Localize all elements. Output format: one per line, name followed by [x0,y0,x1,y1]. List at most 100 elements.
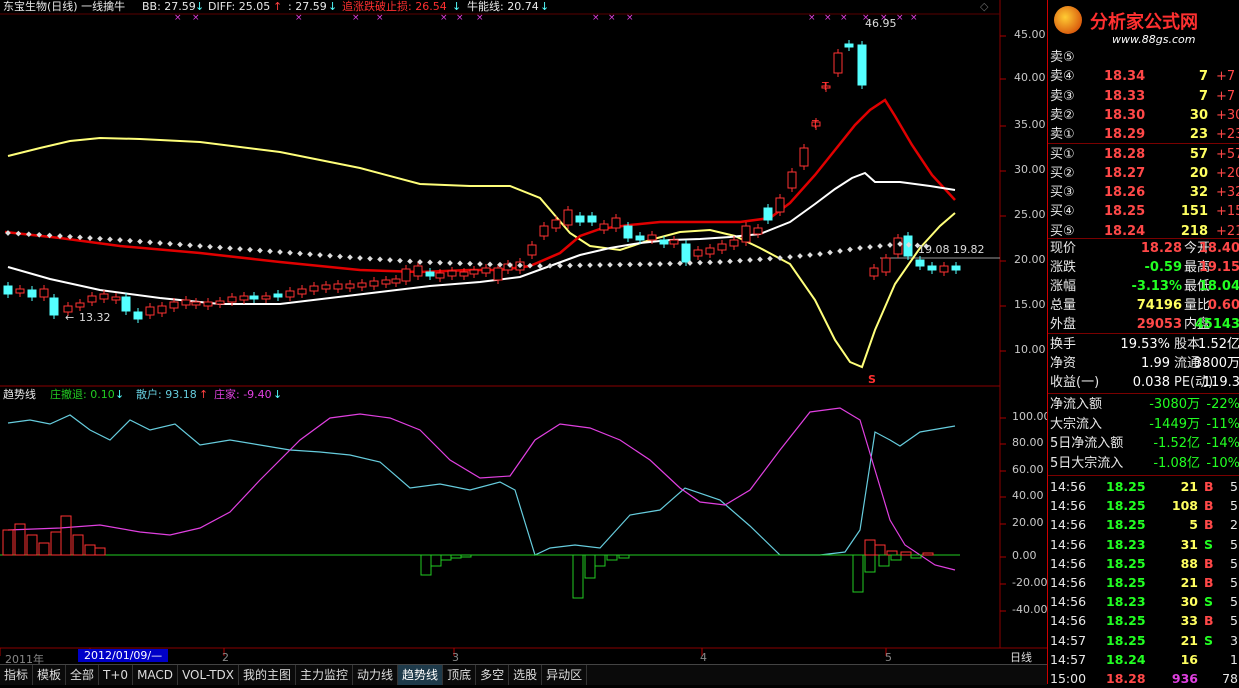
indicator-axis-label: 100.00 [1012,410,1051,423]
candle [297,288,307,295]
indicator-bar [50,531,62,556]
indicator-bar [874,544,886,556]
order-price: 18.29 [1104,127,1146,143]
quote-row: 涨幅 -3.13% 最低 18.04 [1048,277,1239,296]
cursor-date: 2012/01/09/— [78,649,169,662]
candle [3,285,13,295]
support-dot [127,237,133,244]
indicator-bar [14,523,26,556]
candle [227,296,237,303]
tab-6[interactable]: 我的主图 [239,665,297,685]
support-dot [97,235,103,242]
quote-row: 总量 74196 量比 0.60 [1048,296,1239,315]
tab-11[interactable]: 多空 [476,665,510,685]
candle [717,243,727,251]
indicator-axis-label: -20.00 [1012,576,1048,589]
candle [157,305,167,314]
period-label[interactable]: 日线 [1010,649,1032,665]
fund-value: 0.038 [1132,375,1170,390]
tab-13[interactable]: 异动区 [542,665,588,685]
candle [27,289,37,298]
support-dot [717,259,723,265]
current-price-label: 19.08 19.82 [918,243,985,256]
low-arrow-icon: ← [65,311,75,324]
support-dot [87,235,93,241]
order-label: 卖④ [1050,69,1075,85]
diff-up-arrow-icon: ↑ [273,0,283,13]
candle [459,271,469,277]
support-dot [337,253,343,260]
support-dot [857,245,863,251]
zhuang-exit-arrow-icon: ↓ [115,388,125,401]
indicator-axis-label: 20.00 [1012,516,1044,529]
support-dot [727,258,733,265]
candle [705,247,715,255]
t-mark: T [821,80,829,93]
tab-2[interactable]: 全部 [66,665,100,685]
indicator-bar [572,554,584,599]
indicator-bar [440,554,452,561]
quote-value2: 19.15 [1198,260,1239,275]
bb-arrow-icon: ↓ [195,0,205,13]
tick-count: 1 [1230,651,1238,667]
support-dot [467,260,473,267]
indicator-bar [852,554,864,593]
tab-0[interactable]: 指标 [0,665,34,685]
flow-key: 5日净流入额 [1050,436,1124,451]
tick-row: 15:00 18.28 936 78 [1048,669,1239,688]
signal-x-mark: × [896,13,904,23]
support-dot [307,251,313,258]
chart-area[interactable]: × × × × × × × × × × × × × × × × × × T T 东宝生物(日线) 一线擒牛 BB: 2… [0,0,1074,666]
candle [469,269,479,275]
tick-count: 5 [1230,613,1238,629]
tick-direction: B [1204,517,1214,533]
candle [121,296,131,312]
price-chart[interactable]: × × × × × × × × × × × × × × × × × ×TT [0,0,1047,664]
order-label: 卖⑤ [1050,50,1075,65]
candle [623,225,633,239]
logo-name: 分析家公式网 [1090,12,1198,33]
candle [833,52,843,74]
fund-value: 1.99 [1141,356,1170,371]
tab-8[interactable]: 动力线 [353,665,399,685]
tick-price: 18.25 [1106,613,1146,629]
candle [273,293,283,298]
tab-5[interactable]: VOL-TDX [178,665,239,685]
signal-x-mark: × [376,13,384,23]
tick-volume: 108 [1171,498,1198,514]
flow-percent: -22% [1206,397,1239,412]
tick-price: 18.28 [1106,671,1146,686]
order-book-row: 买② 18.27 20 +20 [1048,164,1239,183]
tick-direction: S [1204,536,1214,552]
tick-volume: 16 [1180,651,1198,667]
order-label: 卖② [1050,107,1075,123]
order-price: 18.33 [1104,88,1146,104]
support-dot [697,259,703,266]
tick-time: 14:56 [1050,555,1087,571]
separator [1048,393,1239,394]
tab-10[interactable]: 顶底 [443,665,477,685]
low-price-label: 13.32 [79,311,111,324]
order-volume: 7 [1198,88,1208,104]
support-dot [797,253,803,259]
support-dot [197,243,203,249]
candle [681,243,691,263]
signal-x-mark: × [910,13,918,23]
tick-price: 18.25 [1106,517,1146,533]
tick-price: 18.25 [1106,575,1146,590]
tab-7[interactable]: 主力监控 [296,665,354,685]
support-dot [707,259,713,266]
upper-band-line [7,136,956,369]
flow-percent: -10% [1206,455,1239,471]
candle [321,284,331,290]
support-dot [257,247,263,254]
tab-1[interactable]: 模板 [33,665,67,685]
tab-3[interactable]: T+0 [99,665,134,685]
candle [493,267,503,281]
signal-x-mark: × [608,13,616,23]
tab-9[interactable]: 趋势线 [398,665,444,685]
tab-12[interactable]: 选股 [509,665,543,685]
tab-4[interactable]: MACD [133,665,179,685]
support-dot [227,245,233,252]
indicator-bar [922,552,934,556]
